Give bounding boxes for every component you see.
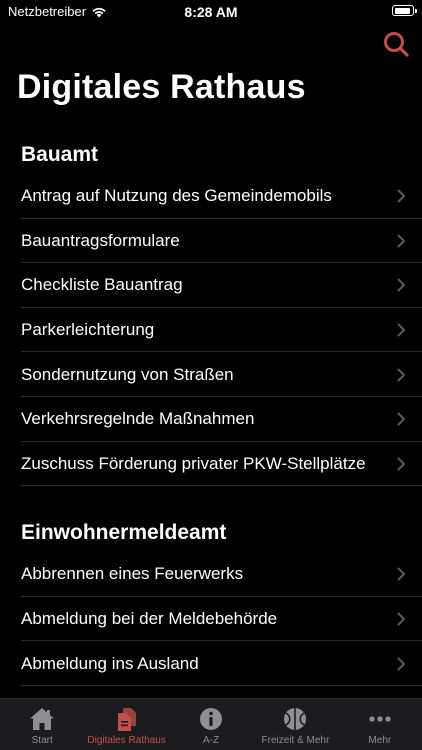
- list-item-label: Bauantragsformulare: [21, 230, 180, 250]
- house-icon: [30, 708, 55, 730]
- list-item-label: Zuschuss Förderung privater PKW-Stellplä…: [21, 453, 366, 473]
- list-item-label: Abbrennen eines Feuerwerks: [21, 564, 244, 584]
- chevron-right-icon: [397, 368, 405, 382]
- content-list[interactable]: Bauamt Antrag auf Nutzung des Gemeindemob…: [0, 130, 422, 698]
- list-item-label: Checkliste Bauantrag: [21, 275, 183, 295]
- chevron-right-icon: [397, 457, 405, 471]
- ball-icon: [284, 708, 307, 730]
- chevron-right-icon: [397, 412, 405, 426]
- list-item[interactable]: Bauantragsformulare: [0, 219, 422, 264]
- section-list: Abbrennen eines Feuerwerks Abmeldung bei …: [0, 552, 422, 686]
- section-list: Antrag auf Nutzung des Gemeindemobils Bau…: [0, 174, 422, 486]
- list-item[interactable]: Verkehrsregelnde Maßnahmen: [0, 397, 422, 442]
- list-item[interactable]: Zuschuss Förderung privater PKW-Stellplä…: [0, 442, 422, 487]
- list-item-label: Parkerleichterung: [21, 320, 155, 340]
- tab-bar: Start Digitales Rathaus A-Z Freizeit & Mehr…: [0, 698, 422, 750]
- tab-start[interactable]: Start: [0, 699, 84, 750]
- tab-mehr[interactable]: Mehr: [338, 699, 422, 750]
- list-item[interactable]: Antrag auf Nutzung des Gemeindemobils: [0, 174, 422, 219]
- battery-fill: [394, 7, 410, 14]
- info-icon: [200, 708, 223, 730]
- section-title: Einwohnermeldeamt: [21, 521, 227, 545]
- list-item-label: Verkehrsregelnde Maßnahmen: [21, 409, 255, 429]
- tab-label: A-Z: [202, 735, 220, 746]
- search-icon: [384, 32, 409, 57]
- tab-label: Mehr: [368, 735, 392, 746]
- tab-label: Freizeit & Mehr: [261, 735, 330, 746]
- list-item[interactable]: Sondernutzung von Straßen: [0, 352, 422, 397]
- list-item[interactable]: Abmeldung bei der Meldebehörde: [0, 597, 422, 642]
- section-title: Bauamt: [21, 143, 99, 166]
- chevron-right-icon: [397, 612, 405, 626]
- tab-a-z[interactable]: A-Z: [169, 699, 253, 750]
- page-title: Digitales Rathaus: [17, 68, 306, 106]
- chevron-right-icon: [397, 278, 405, 292]
- list-item-label: Antrag auf Nutzung des Gemeindemobils: [21, 186, 332, 206]
- tab-digitales-rathaus[interactable]: Digitales Rathaus: [84, 699, 168, 750]
- chevron-right-icon: [397, 323, 405, 337]
- status-time: 8:28 AM: [184, 4, 238, 20]
- list-item-label: Abmeldung ins Ausland: [21, 653, 199, 673]
- chevron-right-icon: [397, 234, 405, 248]
- tab-label: Digitales Rathaus: [87, 735, 166, 746]
- list-item[interactable]: Abbrennen eines Feuerwerks: [0, 552, 422, 597]
- list-item-label: Abmeldung bei der Meldebehörde: [21, 609, 278, 629]
- documents-icon: [117, 708, 136, 731]
- battery-icon: [392, 5, 417, 16]
- chevron-right-icon: [397, 657, 405, 671]
- tab-label: Start: [31, 735, 53, 746]
- search-button[interactable]: [382, 30, 410, 58]
- list-item[interactable]: Parkerleichterung: [0, 308, 422, 353]
- tab-freizeit-mehr[interactable]: Freizeit & Mehr: [253, 699, 337, 750]
- status-bar: Netzbetreiber 8:28 AM: [0, 0, 422, 24]
- list-item-label: Sondernutzung von Straßen: [21, 364, 234, 384]
- chevron-right-icon: [397, 567, 405, 581]
- list-item[interactable]: Abmeldung ins Ausland: [0, 641, 422, 686]
- list-item[interactable]: Checkliste Bauantrag: [0, 263, 422, 308]
- more-icon: [369, 716, 391, 722]
- chevron-right-icon: [397, 189, 405, 203]
